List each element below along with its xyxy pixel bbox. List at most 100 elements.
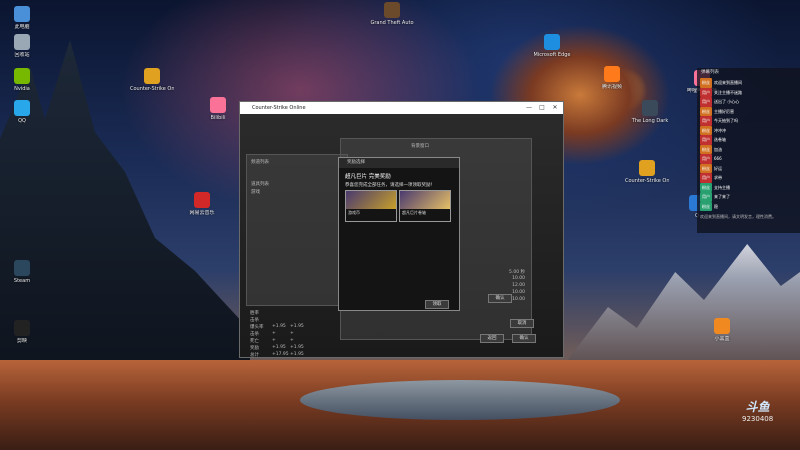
desktop-shortcut-label: 剪映 — [16, 338, 27, 344]
stat-value: +1.95 — [272, 345, 286, 350]
menu-item-items[interactable]: 道具列表 — [251, 181, 269, 187]
message-text: 加油 — [714, 146, 722, 152]
danmaku-message: 粉丝 冲冲冲 — [697, 125, 800, 135]
desktop-shortcut[interactable]: Microsoft Edge — [530, 34, 574, 58]
desktop-shortcut-label: QQ — [18, 118, 26, 124]
watermark: 斗鱼 9230408 — [742, 398, 773, 423]
message-text: 冲冲冲 — [714, 127, 726, 133]
game-window-titlebar[interactable]: Counter-Strike Online — □ ✕ — [240, 102, 563, 114]
message-text: 666 — [714, 156, 722, 161]
danmaku-message: 粉丝 好运 — [697, 163, 800, 173]
message-text: 好运 — [714, 165, 722, 171]
steam-icon — [14, 260, 30, 276]
stat-value: +1.95 — [272, 324, 286, 329]
danmaku-message: 用户 今天抽到了吗 — [697, 116, 800, 126]
reward-heading: 超凡巨片 完美奖励 — [345, 174, 391, 180]
close-button[interactable]: ✕ — [549, 102, 561, 114]
desktop-shortcut-label: 腾讯视频 — [601, 84, 622, 90]
recycle-bin-icon — [14, 34, 30, 50]
danmaku-message: 用户 关注主播不迷路 — [697, 87, 800, 97]
message-text: 求带 — [714, 175, 722, 180]
danmaku-message: 用户 666 — [697, 154, 800, 164]
desktop-shortcut[interactable]: Bilibili — [196, 97, 240, 121]
desktop-shortcut[interactable]: Grand Theft Auto — [370, 2, 414, 26]
right-value: 10.00 — [512, 290, 525, 295]
desktop-shortcut[interactable]: 剪映 — [0, 320, 44, 344]
stat-label: 击杀 — [250, 332, 259, 337]
netease-music-icon — [194, 192, 210, 208]
desktop-shortcut[interactable]: Nvidia — [0, 68, 44, 92]
stat-value: +1.95 — [290, 345, 304, 350]
desktop-shortcut-label: 此电脑 — [14, 24, 30, 30]
right-value: 5.00 秒 — [509, 270, 525, 275]
desktop-shortcut[interactable]: 回收站 — [0, 34, 44, 58]
game-window-title: Counter-Strike Online — [252, 105, 306, 111]
desktop-shortcut-label: Counter-Strike Online — [625, 178, 669, 184]
cancel-button[interactable]: 取消 — [510, 319, 534, 328]
watermark-logo: 斗鱼 — [745, 400, 770, 414]
reward-option-scroll[interactable]: 超凡巨片卷轴 — [399, 190, 451, 222]
minimize-button[interactable]: — — [523, 102, 535, 114]
right-value: 10.00 — [512, 276, 525, 281]
header-tab[interactable]: 频道列表 — [251, 159, 269, 165]
user-badge: 用户 — [700, 173, 712, 183]
danmaku-message: 粉丝 主播好厉害 — [697, 106, 800, 116]
stat-value: + — [272, 338, 276, 343]
desktop-shortcut[interactable]: Counter-Strike Online — [625, 160, 669, 184]
desktop-shortcut[interactable]: 网易云音乐 — [180, 192, 224, 216]
stat-value: +1.95 — [290, 352, 304, 357]
reward-dialog[interactable]: 奖励选择 超凡巨片 完美奖励 恭喜您完成全部任务，请选择一项领取奖励！ 游戏币 … — [338, 157, 460, 311]
desktop-shortcut[interactable]: 此电脑 — [0, 6, 44, 30]
cso-icon — [639, 160, 655, 176]
user-badge: 用户 — [700, 154, 712, 164]
user-badge: 粉丝 — [700, 78, 712, 88]
message-text: 来了来了 — [714, 194, 730, 199]
tencent-video-icon — [604, 66, 620, 82]
desktop-shortcut[interactable]: Counter-Strike Online — [130, 68, 174, 92]
stat-value: +17.95 — [272, 352, 289, 357]
desktop-shortcut[interactable]: Steam — [0, 260, 44, 284]
menu-item-game[interactable]: 游戏 — [251, 189, 260, 195]
desktop-shortcut-label: Microsoft Edge — [533, 52, 571, 58]
claim-button[interactable]: 领取 — [425, 300, 449, 309]
edge-icon — [544, 34, 560, 50]
reward-dialog-title: 奖励选择 — [339, 158, 459, 168]
danmaku-notice: 欢迎来到直播间，请文明发言，理性消费。 — [700, 214, 776, 219]
desktop-shortcut-label: Nvidia — [14, 86, 30, 92]
user-badge: 粉丝 — [700, 106, 712, 116]
gta-icon — [384, 2, 400, 18]
message-text: 选卷轴 — [714, 137, 726, 142]
stat-label: 爆头率 — [250, 325, 264, 330]
desktop-shortcut[interactable]: 小黑盒 — [700, 318, 744, 342]
wallpaper-lake — [300, 380, 620, 420]
desktop-shortcut-label: Steam — [13, 278, 31, 284]
stat-label: 胜率 — [250, 311, 259, 316]
bilibili-icon — [210, 97, 226, 113]
reward-option-coin[interactable]: 游戏币 — [345, 190, 397, 222]
nvidia-icon — [14, 68, 30, 84]
ok-button[interactable]: 确认 — [512, 334, 536, 343]
back-button[interactable]: 返回 — [480, 334, 504, 343]
user-badge: 粉丝 — [700, 163, 712, 173]
user-badge: 粉丝 — [700, 182, 712, 192]
desktop-shortcut[interactable]: QQ — [0, 100, 44, 124]
stat-value: + — [272, 331, 276, 336]
desktop-shortcut[interactable]: 腾讯视频 — [590, 66, 634, 90]
stat-value: +1.95 — [290, 324, 304, 329]
desktop-shortcut-label: Counter-Strike Online — [130, 86, 174, 92]
desktop-shortcut-label: 回收站 — [14, 52, 30, 58]
stat-label: 奖励 — [250, 346, 259, 351]
user-badge: 粉丝 — [700, 201, 712, 211]
desktop-shortcut[interactable]: The Long Dark — [628, 100, 672, 124]
desktop-shortcut-label: 小黑盒 — [714, 336, 730, 342]
confirm-button[interactable]: 确认 — [488, 294, 512, 303]
user-badge: 粉丝 — [700, 144, 712, 154]
user-badge: 粉丝 — [700, 125, 712, 135]
the-long-dark-icon — [642, 100, 658, 116]
background-dialog-title: 背景窗口 — [411, 144, 429, 149]
stat-value: + — [290, 338, 294, 343]
desktop-shortcut-label: Bilibili — [210, 115, 226, 121]
maximize-button[interactable]: □ — [536, 102, 548, 114]
user-badge: 用户 — [700, 87, 712, 97]
danmaku-message: 粉丝稳 — [697, 201, 800, 211]
